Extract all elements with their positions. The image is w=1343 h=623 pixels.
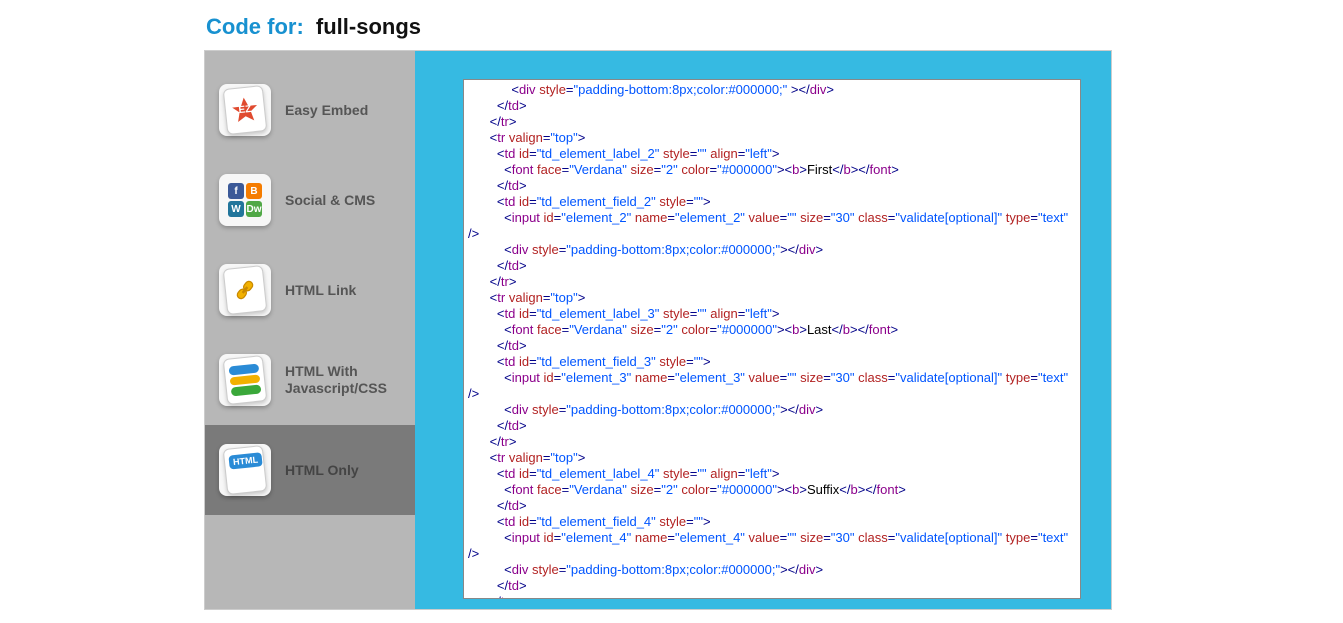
tab-html-js-css[interactable]: HTML With Javascript/CSS (205, 335, 415, 425)
html-only-icon: HTML (223, 445, 268, 495)
tab-label: HTML Only (285, 462, 359, 479)
tab-label: Social & CMS (285, 192, 375, 209)
tab-social-cms[interactable]: fBWDw Social & CMS (205, 155, 415, 245)
html-js-css-icon-wrap (219, 354, 271, 406)
page-title: Code for: full-songs (204, 0, 1108, 50)
html-link-icon-wrap (219, 264, 271, 316)
html-only-icon-wrap: HTML (219, 444, 271, 496)
tab-easy-embed[interactable]: EZ Easy Embed (205, 65, 415, 155)
tab-label: HTML With Javascript/CSS (285, 363, 405, 397)
html-js-css-icon (223, 355, 268, 405)
title-name: full-songs (316, 14, 421, 39)
svg-text:EZ: EZ (238, 104, 252, 116)
tab-html-only[interactable]: HTML HTML Only (205, 425, 415, 515)
easy-embed-icon-wrap: EZ (219, 84, 271, 136)
code-output[interactable]: <div style="padding-bottom:8px;color:#00… (463, 79, 1081, 599)
link-icon (223, 265, 268, 315)
tab-label: HTML Link (285, 282, 356, 299)
title-prefix: Code for: (206, 14, 304, 39)
tab-label: Easy Embed (285, 102, 368, 119)
code-panel: EZ Easy Embed fBWDw Social & CMS HTML Link HT… (204, 50, 1112, 610)
main-area: <div style="padding-bottom:8px;color:#00… (415, 51, 1111, 609)
ez-icon: EZ (223, 85, 268, 135)
sidebar: EZ Easy Embed fBWDw Social & CMS HTML Link HT… (205, 51, 415, 609)
social-cms-icon-wrap: fBWDw (219, 174, 271, 226)
social-icon: fBWDw (228, 183, 262, 217)
tab-html-link[interactable]: HTML Link (205, 245, 415, 335)
